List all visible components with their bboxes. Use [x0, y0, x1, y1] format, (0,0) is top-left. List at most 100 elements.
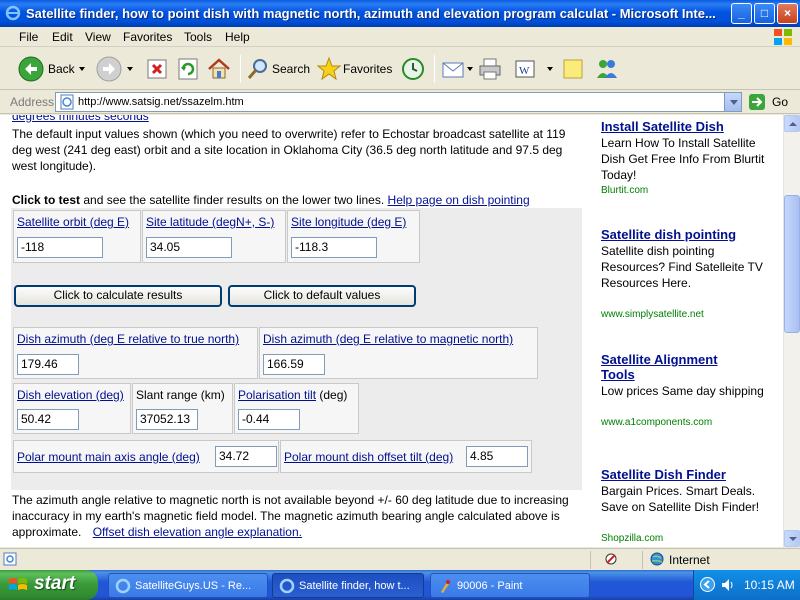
- back-dropdown-icon[interactable]: [79, 67, 85, 71]
- ad-title-finder[interactable]: Satellite Dish Finder: [601, 467, 726, 483]
- ad-body-alignment: Low prices Same day shipping: [601, 384, 764, 398]
- start-label: start: [34, 573, 76, 594]
- menu-edit[interactable]: Edit: [52, 30, 73, 44]
- window-title: Satellite finder, how to point dish with…: [26, 6, 716, 21]
- edit-button[interactable]: W: [512, 53, 538, 85]
- title-bar[interactable]: Satellite finder, how to point dish with…: [0, 0, 800, 27]
- ad-title-install[interactable]: Install Satellite Dish: [601, 119, 724, 135]
- ad-url-finder[interactable]: Shopzilla.com: [601, 531, 663, 547]
- task-satellite-finder[interactable]: Satellite finder, how t...: [272, 573, 424, 598]
- pol-tilt-unit: (deg): [316, 388, 348, 402]
- search-button[interactable]: Search: [245, 53, 310, 85]
- az-true-output[interactable]: 179.46: [17, 354, 79, 375]
- favorites-label: Favorites: [343, 62, 393, 76]
- help-link[interactable]: Help page on dish pointing: [388, 193, 530, 207]
- ad-url-alignment[interactable]: www.a1components.com: [601, 415, 712, 431]
- az-mag-label[interactable]: Dish azimuth (deg E relative to magnetic…: [263, 332, 513, 346]
- home-button[interactable]: [206, 53, 232, 85]
- printer-icon: [479, 58, 501, 80]
- site-lon-label[interactable]: Site longitude (deg E): [291, 215, 406, 229]
- click-rest: and see the satellite finder results on …: [80, 193, 385, 207]
- sat-orbit-cell: Satellite orbit (deg E) -118: [13, 210, 141, 263]
- menu-view[interactable]: View: [85, 30, 111, 44]
- ad-title-alignment-2[interactable]: Tools: [601, 367, 635, 383]
- page-content: degrees minutes seconds The default inpu…: [0, 115, 783, 547]
- menu-favorites[interactable]: Favorites: [123, 30, 172, 44]
- ad-url-pointing[interactable]: www.simplysatellite.net: [601, 307, 704, 323]
- pol-tilt-output[interactable]: -0.44: [238, 409, 300, 430]
- privacy-icon[interactable]: [603, 552, 619, 566]
- back-arrow-icon: [18, 56, 44, 82]
- history-button[interactable]: [400, 53, 426, 85]
- internet-zone-icon: [650, 552, 664, 566]
- tray-expand-icon[interactable]: [700, 577, 715, 592]
- ad-title-alignment-1[interactable]: Satellite Alignment: [601, 352, 718, 368]
- go-button[interactable]: Go: [748, 93, 788, 111]
- go-label: Go: [772, 95, 789, 109]
- page-icon: [60, 94, 74, 110]
- site-lon-input[interactable]: -118.3: [291, 237, 377, 258]
- discuss-button[interactable]: [560, 53, 586, 85]
- polar-offset-output[interactable]: 4.85: [466, 446, 528, 467]
- address-bar: Address http://www.satsig.net/ssazelm.ht…: [0, 90, 800, 114]
- favorites-button[interactable]: Favorites: [316, 53, 392, 85]
- mail-dropdown-icon[interactable]: [467, 67, 473, 71]
- polar-main-output[interactable]: 34.72: [215, 446, 277, 467]
- messenger-icon: [597, 60, 617, 78]
- sat-orbit-input[interactable]: -118: [17, 237, 103, 258]
- az-mag-cell: Dish azimuth (deg E relative to magnetic…: [259, 327, 538, 379]
- edit-dropdown-icon[interactable]: [547, 67, 553, 71]
- volume-icon[interactable]: [720, 578, 736, 592]
- default-values-button[interactable]: Click to default values: [228, 285, 416, 307]
- messenger-button[interactable]: [594, 53, 620, 85]
- vertical-scrollbar[interactable]: [783, 115, 800, 547]
- back-label: Back: [48, 62, 75, 76]
- system-tray: 10:15 AM: [693, 570, 800, 600]
- task-satelliteguys[interactable]: SatelliteGuys.US - Re...: [108, 573, 268, 598]
- pol-tilt-label[interactable]: Polarisation tilt: [238, 388, 316, 402]
- site-lat-label[interactable]: Site latitude (degN+, S-): [146, 215, 274, 229]
- address-input[interactable]: http://www.satsig.net/ssazelm.htm: [55, 92, 742, 112]
- forward-arrow-icon: [96, 56, 122, 82]
- calculate-button[interactable]: Click to calculate results: [14, 285, 222, 307]
- favorites-star-icon: [316, 56, 342, 81]
- ad-url-install[interactable]: Blurtit.com: [601, 183, 648, 199]
- ad-title-pointing[interactable]: Satellite dish pointing: [601, 227, 736, 243]
- taskbar: start SatelliteGuys.US - Re... Satellite…: [0, 570, 800, 600]
- polar-offset-label[interactable]: Polar mount dish offset tilt (deg): [284, 450, 453, 464]
- back-button[interactable]: Back: [18, 53, 75, 85]
- mail-icon: [442, 62, 464, 78]
- polar-main-label[interactable]: Polar mount main axis angle (deg): [17, 450, 200, 464]
- elevation-output[interactable]: 50.42: [17, 409, 79, 430]
- mail-button[interactable]: [440, 53, 466, 85]
- pol-tilt-label-wrap: Polarisation tilt (deg): [238, 388, 347, 402]
- maximize-button[interactable]: □: [754, 3, 775, 24]
- menu-file[interactable]: File: [19, 30, 38, 44]
- offset-elevation-link[interactable]: Offset dish elevation angle explanation.: [93, 525, 302, 539]
- dms-link[interactable]: degrees minutes seconds: [12, 115, 149, 123]
- menu-tools[interactable]: Tools: [184, 30, 212, 44]
- print-button[interactable]: [477, 53, 503, 85]
- site-lat-input[interactable]: 34.05: [146, 237, 232, 258]
- start-button[interactable]: start: [0, 570, 98, 600]
- slant-cell: Slant range (km) 37052.13: [132, 383, 233, 434]
- elevation-label[interactable]: Dish elevation (deg): [17, 388, 124, 402]
- az-mag-output[interactable]: 166.59: [263, 354, 325, 375]
- forward-button[interactable]: [96, 53, 122, 85]
- az-true-label[interactable]: Dish azimuth (deg E relative to true nor…: [17, 332, 239, 346]
- address-dropdown-button[interactable]: [724, 93, 741, 111]
- scroll-thumb[interactable]: [784, 195, 800, 333]
- task-paint[interactable]: 90006 - Paint: [430, 573, 590, 598]
- refresh-button[interactable]: [175, 53, 201, 85]
- scroll-up-button[interactable]: [784, 115, 800, 132]
- forward-dropdown-icon[interactable]: [127, 67, 133, 71]
- clock[interactable]: 10:15 AM: [744, 578, 795, 592]
- slant-output[interactable]: 37052.13: [136, 409, 198, 430]
- stop-button[interactable]: [144, 53, 170, 85]
- menu-help[interactable]: Help: [225, 30, 250, 44]
- close-button[interactable]: ×: [777, 3, 798, 24]
- go-arrow-icon: [749, 94, 765, 110]
- minimize-button[interactable]: _: [731, 3, 752, 24]
- scroll-down-button[interactable]: [784, 530, 800, 547]
- sat-orbit-label[interactable]: Satellite orbit (deg E): [17, 215, 129, 229]
